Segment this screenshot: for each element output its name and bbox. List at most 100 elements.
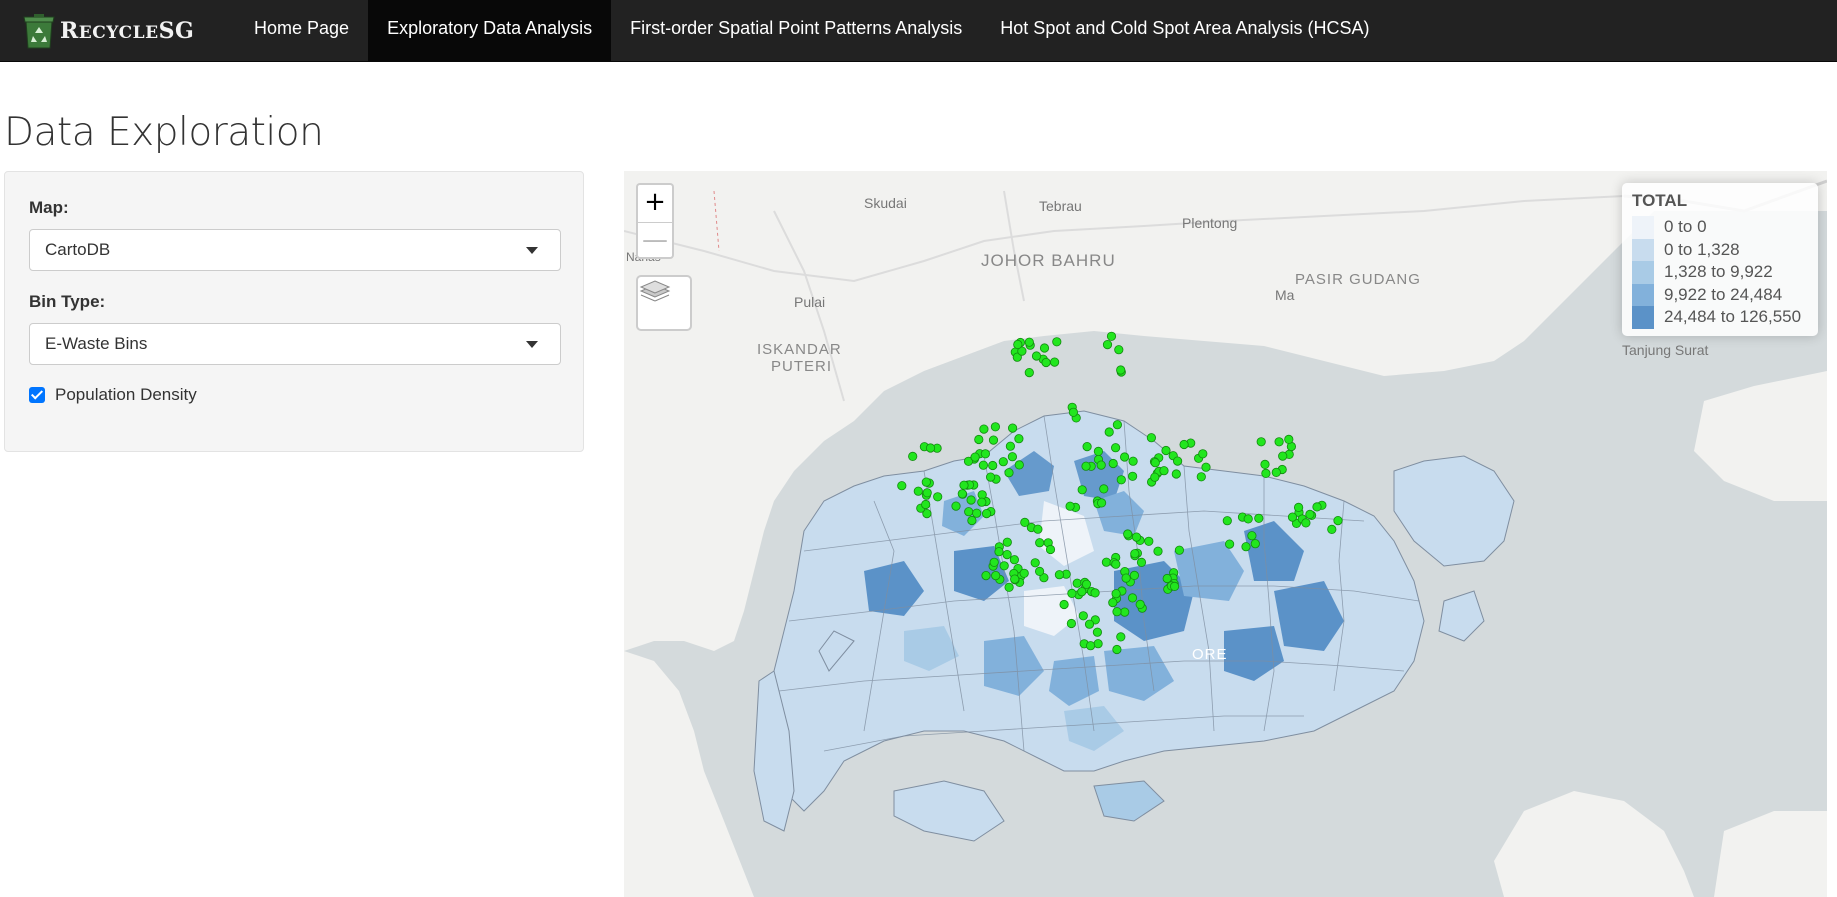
map-view[interactable]: Skudai Tebrau Plentong JOHOR BAHRU PASIR… [624,171,1827,897]
e-waste-bin-marker[interactable] [1007,423,1018,433]
e-waste-bin-marker[interactable] [1146,433,1157,443]
e-waste-bin-marker[interactable] [1084,619,1095,629]
e-waste-bin-marker[interactable] [1110,443,1121,453]
e-waste-bin-marker[interactable] [1241,542,1251,552]
e-waste-bin-marker[interactable] [966,495,976,505]
e-waste-bin-marker[interactable] [972,508,982,518]
e-waste-bin-marker[interactable] [981,570,991,581]
e-waste-bin-marker[interactable] [1010,574,1020,584]
e-waste-bin-marker[interactable] [1150,472,1160,482]
e-waste-bin-marker[interactable] [985,472,996,482]
e-waste-bin-marker[interactable] [1201,462,1211,472]
e-waste-bin-marker[interactable] [951,501,961,511]
e-waste-bin-marker[interactable] [1169,581,1180,591]
e-waste-bin-marker[interactable] [1034,566,1045,576]
e-waste-bin-marker[interactable] [1224,539,1235,549]
e-waste-bin-marker[interactable] [1119,452,1130,462]
e-waste-bin-marker[interactable] [1065,501,1075,511]
e-waste-bin-marker[interactable] [1112,607,1122,617]
e-waste-bin-marker[interactable] [1101,557,1111,567]
e-waste-bin-marker[interactable] [1260,459,1270,469]
e-waste-bin-marker[interactable] [1005,441,1015,451]
e-waste-bin-marker[interactable] [1129,570,1139,580]
e-waste-bin-marker[interactable] [1077,587,1087,597]
e-waste-bin-marker[interactable] [1254,513,1264,523]
e-waste-bin-marker[interactable] [1009,555,1019,565]
e-waste-bin-marker[interactable] [1068,407,1078,417]
e-waste-bin-marker[interactable] [1096,460,1106,470]
e-waste-bin-marker[interactable] [1072,578,1082,588]
zoom-in-button[interactable]: + [638,185,672,221]
e-waste-bin-marker[interactable] [1121,573,1131,583]
tab-spatial-point-patterns[interactable]: First-order Spatial Point Patterns Analy… [611,0,981,61]
e-waste-bin-marker[interactable] [1052,337,1062,347]
e-waste-bin-marker[interactable] [1033,524,1043,534]
e-waste-bin-marker[interactable] [1135,599,1145,609]
e-waste-bin-marker[interactable] [1136,557,1147,567]
e-waste-bin-marker[interactable] [1059,599,1069,610]
e-waste-bin-marker[interactable] [908,451,918,461]
e-waste-bin-marker[interactable] [1041,357,1051,368]
e-waste-bin-marker[interactable] [1054,570,1064,580]
e-waste-bin-marker[interactable] [1030,558,1040,568]
e-waste-bin-marker[interactable] [990,422,1000,432]
bin-type-select[interactable]: E-Waste Bins [29,323,561,365]
e-waste-bin-marker[interactable] [981,508,992,519]
e-waste-bin-marker[interactable] [1127,471,1138,481]
e-waste-bin-marker[interactable] [1108,597,1118,608]
e-waste-bin-marker[interactable] [1013,339,1023,350]
e-waste-bin-marker[interactable] [1131,532,1142,542]
e-waste-bin-marker[interactable] [1014,460,1024,470]
e-waste-bin-marker[interactable] [1099,484,1109,494]
e-waste-bin-marker[interactable] [1020,517,1030,527]
e-waste-bin-marker[interactable] [1067,588,1077,598]
e-waste-bin-marker[interactable] [1274,437,1284,447]
e-waste-bin-marker[interactable] [1014,434,1024,444]
e-waste-bin-marker[interactable] [1196,472,1206,482]
e-waste-bin-marker[interactable] [1045,544,1056,555]
e-waste-bin-marker[interactable] [1111,559,1121,569]
e-waste-bin-marker[interactable] [1198,449,1208,459]
e-waste-bin-marker[interactable] [991,570,1001,581]
e-waste-bin-marker[interactable] [1150,458,1160,468]
e-waste-bin-marker[interactable] [1130,549,1140,559]
e-waste-bin-marker[interactable] [921,477,931,487]
e-waste-bin-marker[interactable] [979,424,989,434]
e-waste-bin-marker[interactable] [1019,568,1029,578]
e-waste-bin-marker[interactable] [1305,509,1315,519]
e-waste-bin-marker[interactable] [1002,549,1012,560]
e-waste-bin-marker[interactable] [925,443,936,453]
e-waste-bin-marker[interactable] [1007,452,1017,462]
e-waste-bin-marker[interactable] [964,507,974,517]
e-waste-bin-marker[interactable] [1116,365,1126,375]
e-waste-bin-marker[interactable] [1081,579,1092,589]
e-waste-bin-marker[interactable] [1153,546,1163,556]
population-density-checkbox[interactable] [29,387,45,403]
e-waste-bin-marker[interactable] [1102,340,1113,350]
e-waste-bin-marker[interactable] [980,449,990,459]
e-waste-bin-marker[interactable] [1327,524,1337,534]
brand-logo[interactable]: RECYCLESG [20,12,194,50]
e-waste-bin-marker[interactable] [1247,531,1257,541]
e-waste-bin-marker[interactable] [1078,611,1088,621]
e-waste-bin-marker[interactable] [1093,639,1103,649]
e-waste-bin-marker[interactable] [1120,607,1130,617]
e-waste-bin-marker[interactable] [1111,589,1121,599]
e-waste-bin-marker[interactable] [1024,337,1034,347]
e-waste-bin-marker[interactable] [1144,536,1154,546]
e-waste-bin-marker[interactable] [988,435,999,445]
tab-hcsa[interactable]: Hot Spot and Cold Spot Area Analysis (HC… [981,0,1388,61]
e-waste-bin-marker[interactable] [998,457,1008,467]
e-waste-bin-marker[interactable] [1171,469,1181,479]
e-waste-bin-marker[interactable] [1082,441,1092,452]
e-waste-bin-marker[interactable] [1284,434,1294,444]
e-waste-bin-marker[interactable] [1123,529,1133,539]
e-waste-bin-marker[interactable] [1004,468,1014,478]
e-waste-bin-marker[interactable] [970,452,980,462]
map-select[interactable]: CartoDB [29,229,561,271]
e-waste-bin-marker[interactable] [1243,514,1253,524]
e-waste-bin-marker[interactable] [967,515,977,526]
e-waste-bin-marker[interactable] [1049,357,1060,367]
e-waste-bin-marker[interactable] [1116,632,1126,642]
e-waste-bin-marker[interactable] [1127,593,1138,603]
